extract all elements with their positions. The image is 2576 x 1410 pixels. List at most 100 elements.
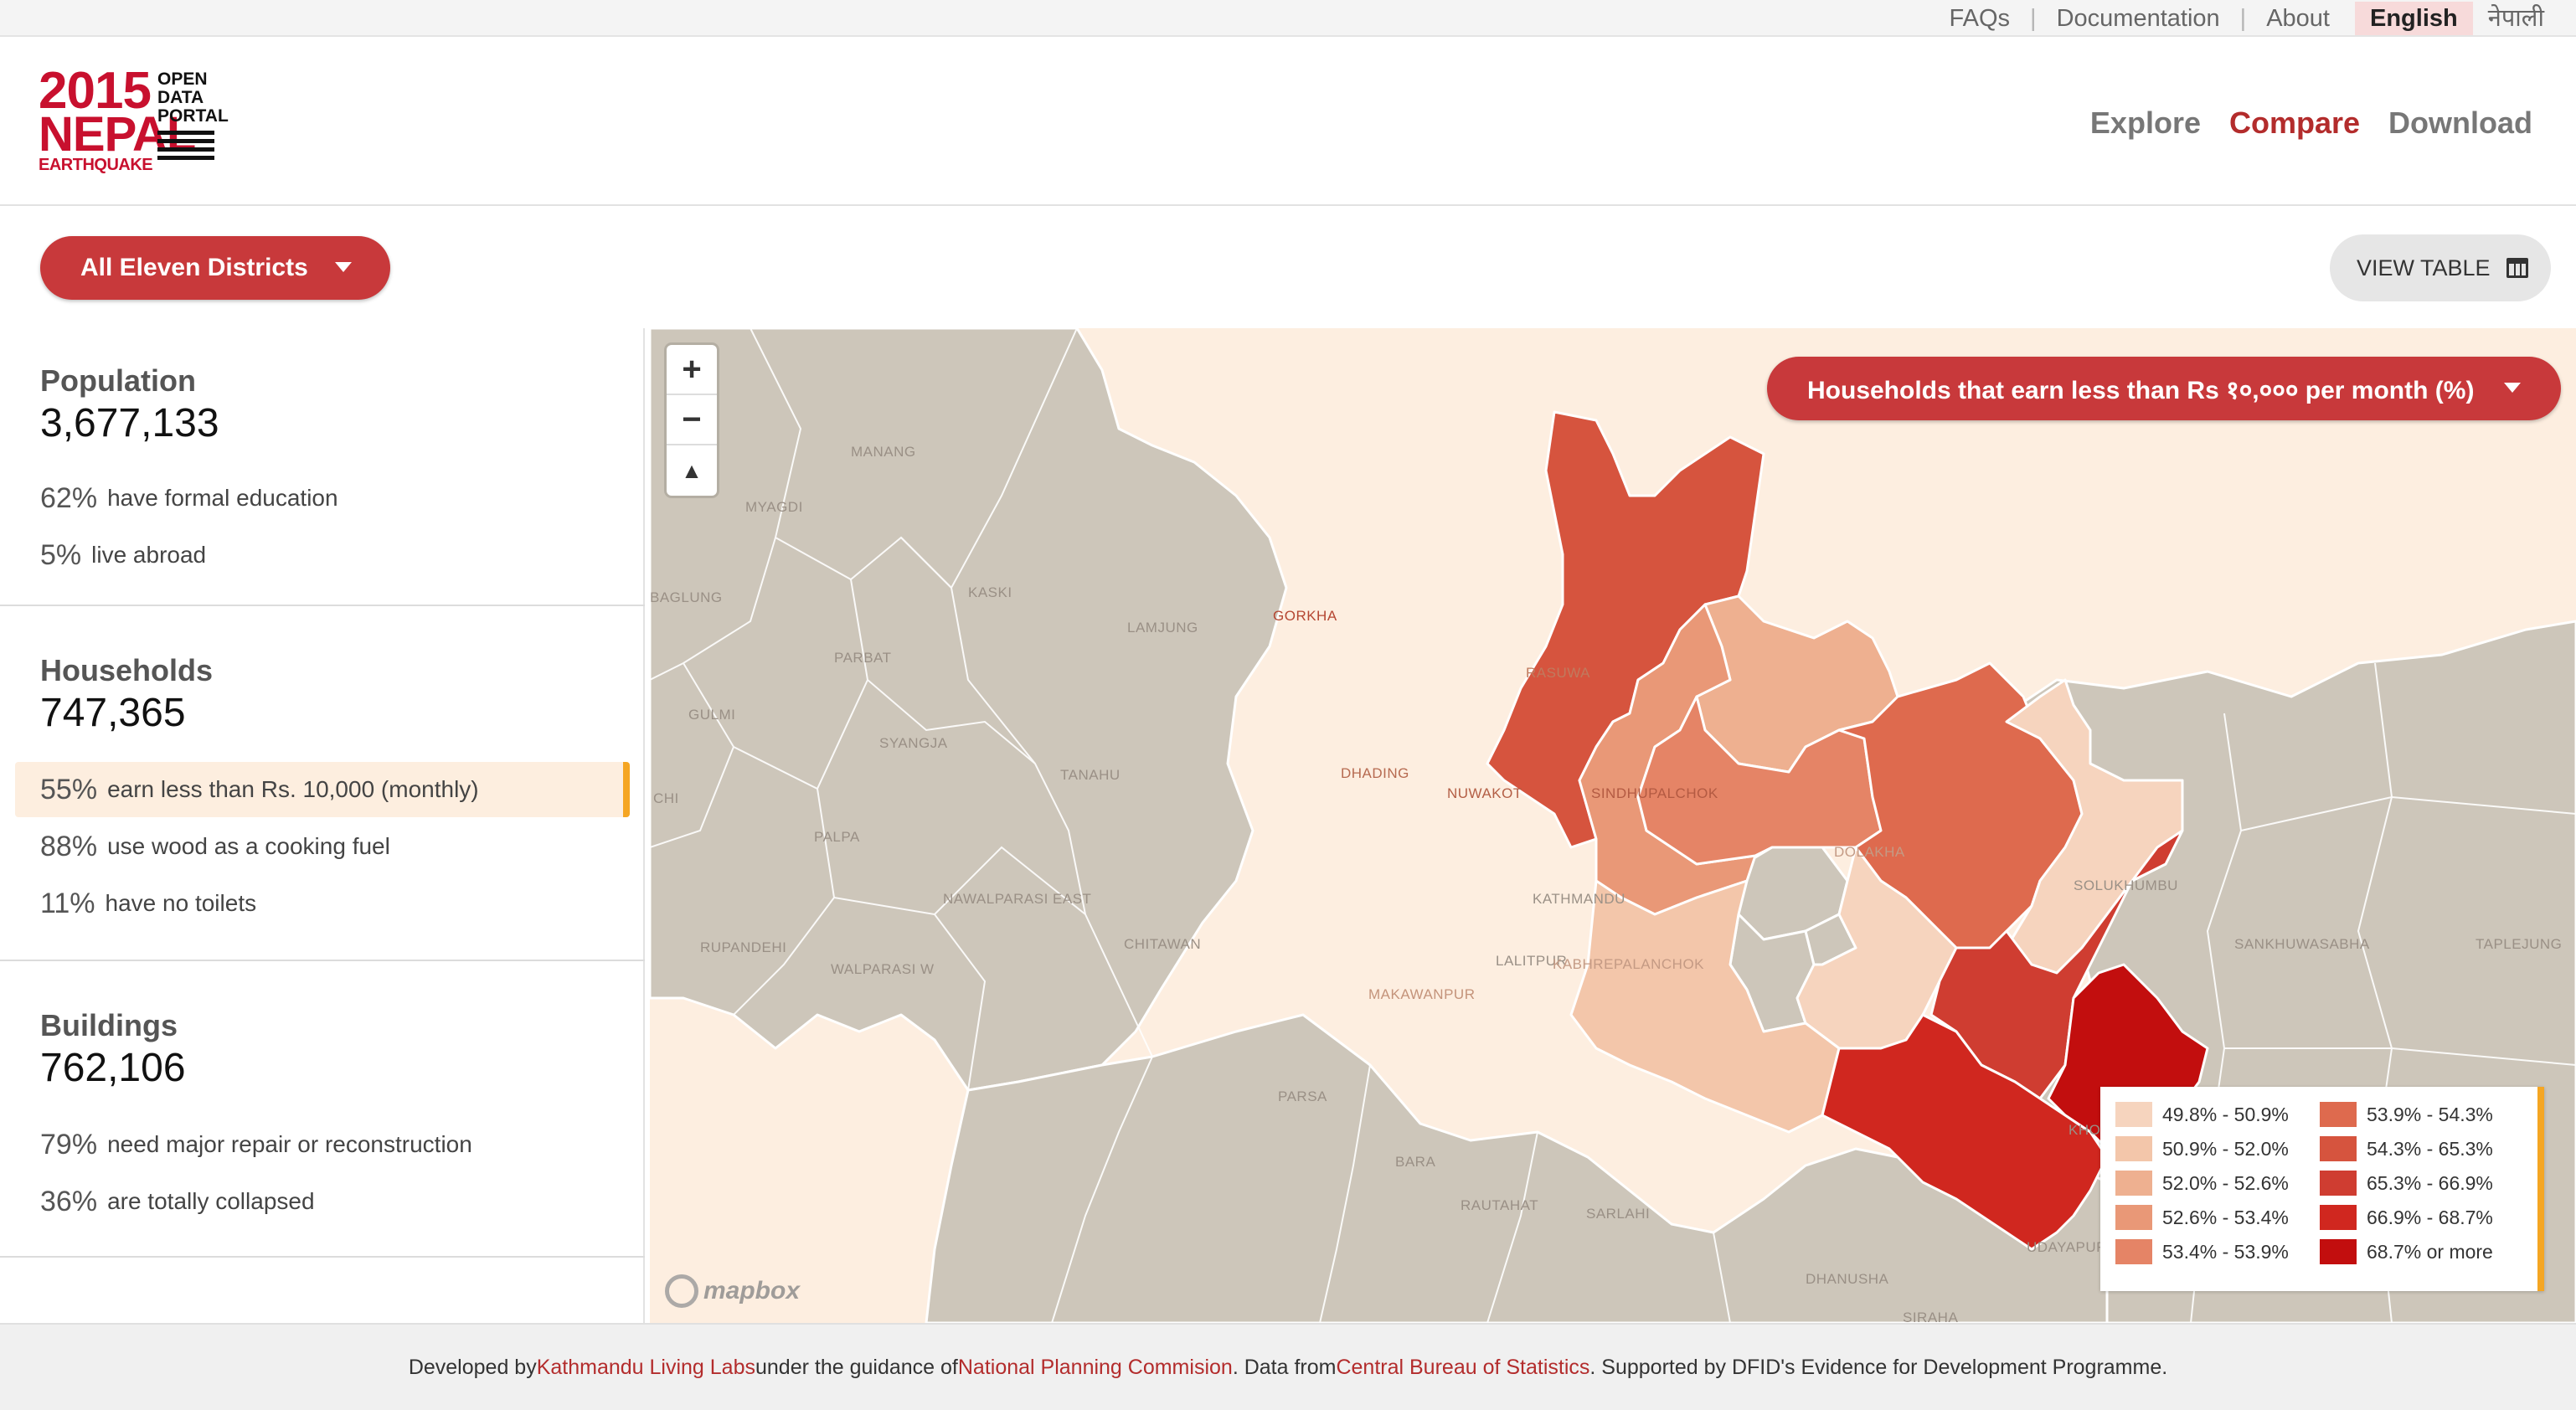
legend-label: 53.4% - 53.9% — [2162, 1240, 2289, 1263]
table-icon — [2506, 258, 2528, 278]
label-dhanusha: DHANUSHA — [1806, 1271, 1889, 1287]
language-nepali[interactable]: नेपाली — [2473, 2, 2559, 35]
legend-label: 49.8% - 50.9% — [2162, 1103, 2289, 1125]
main-nav: Explore Compare Download — [2090, 105, 2532, 141]
stat-wood-fuel[interactable]: 88% use wood as a cooking fuel — [15, 819, 630, 874]
footer-text: under the guidance of — [755, 1355, 958, 1379]
label-bhojpur: KHO — [2069, 1122, 2101, 1138]
logo-bars — [157, 131, 214, 164]
footer-text: . Supported by DFID's Evidence for Devel… — [1589, 1355, 2168, 1379]
site-logo[interactable]: 2015 NEPAL EARTHQUAKE OPEN DATA PORTAL — [39, 65, 229, 174]
compass-icon[interactable]: ▲ — [667, 445, 717, 496]
label-manang: MANANG — [851, 444, 916, 460]
stats-panel: Population 3,677,133 62% have formal educ… — [0, 328, 645, 1323]
nav-download[interactable]: Download — [2388, 105, 2532, 141]
section-title: Buildings — [40, 1008, 178, 1042]
label-bara: BARA — [1395, 1154, 1436, 1170]
mapbox-icon — [665, 1274, 698, 1308]
stat-live-abroad[interactable]: 5% live abroad — [15, 527, 630, 583]
legend-label: 53.9% - 54.3% — [2367, 1103, 2493, 1125]
legend-label: 54.3% - 65.3% — [2367, 1137, 2493, 1160]
legend-item: 65.3% - 66.9% — [2320, 1171, 2493, 1196]
buildings-value: 762,106 — [40, 1046, 186, 1090]
mapbox-logo[interactable]: mapbox — [665, 1274, 800, 1308]
label-sarlahi: SARLAHI — [1586, 1206, 1651, 1222]
footer-text: Developed by — [408, 1355, 537, 1379]
label-chitawan: CHITAWAN — [1124, 936, 1202, 952]
nav-explore[interactable]: Explore — [2090, 105, 2201, 141]
legend-swatch — [2320, 1102, 2357, 1127]
utility-bar: FAQs | Documentation | About English नेप… — [0, 0, 2576, 37]
label-taplejung: TAPLEJUNG — [2476, 936, 2563, 952]
legend-item: 68.7% or more — [2320, 1239, 2493, 1264]
stat-earn-less[interactable]: 55% earn less than Rs. 10,000 (monthly) — [15, 762, 630, 817]
legend-label: 52.0% - 52.6% — [2162, 1171, 2289, 1194]
label-kabhrepalanchok: KABHREPALANCHOK — [1553, 956, 1705, 972]
label-dhading: DHADING — [1341, 765, 1409, 781]
caret-down-icon — [2504, 383, 2521, 393]
view-table-label: VIEW TABLE — [2357, 255, 2491, 280]
cbs-link[interactable]: Central Bureau of Statistics — [1336, 1356, 1589, 1380]
label-lamjung: LAMJUNG — [1127, 620, 1198, 636]
legend-item: 54.3% - 65.3% — [2320, 1136, 2493, 1161]
legend-label: 68.7% or more — [2367, 1240, 2493, 1263]
caret-down-icon — [335, 262, 352, 272]
logo-portal-text: OPEN DATA PORTAL — [157, 69, 229, 126]
zoom-in-button[interactable]: + — [667, 345, 717, 395]
district-select-button[interactable]: All Eleven Districts — [40, 236, 390, 300]
header: 2015 NEPAL EARTHQUAKE OPEN DATA PORTAL E… — [0, 37, 2576, 206]
section-title: Population — [40, 363, 196, 398]
documentation-link[interactable]: Documentation — [2057, 5, 2220, 33]
footer-text: . Data from — [1232, 1355, 1337, 1379]
label-dolakha: DOLAKHA — [1834, 844, 1905, 860]
label-syangja: SYANGJA — [879, 735, 948, 751]
population-value: 3,677,133 — [40, 401, 219, 445]
legend-swatch — [2115, 1205, 2152, 1230]
zoom-control: + − ▲ — [667, 345, 717, 496]
label-solukhumbu: SOLUKHUMBU — [2074, 877, 2178, 893]
label-sankhuwasabha: SANKHUWASABHA — [2234, 936, 2370, 952]
legend-label: 50.9% - 52.0% — [2162, 1137, 2289, 1160]
label-udayapur: UDAYAPUR — [2027, 1239, 2107, 1255]
stat-major-repair[interactable]: 79% need major repair or reconstruction — [15, 1117, 630, 1172]
map-legend: 49.8% - 50.9% 50.9% - 52.0% 52.0% - 52.6% 5… — [2100, 1087, 2544, 1291]
legend-label: 66.9% - 68.7% — [2367, 1206, 2493, 1228]
separator: | — [2030, 4, 2037, 32]
households-section: Households 747,365 55% earn less than Rs.… — [0, 606, 645, 961]
stat-no-toilets[interactable]: 11% have no toilets — [15, 876, 630, 931]
label-argha: CHI — [653, 790, 679, 806]
nav-compare[interactable]: Compare — [2229, 105, 2360, 141]
label-nawalparasi-west: WALPARASI W — [831, 961, 935, 977]
label-gorkha: GORKHA — [1273, 608, 1337, 624]
zoom-out-button[interactable]: − — [667, 395, 717, 445]
kll-link[interactable]: Kathmandu Living Labs — [537, 1356, 755, 1380]
label-parbat: PARBAT — [834, 650, 892, 666]
stat-formal-education[interactable]: 62% have formal education — [15, 471, 630, 526]
legend-swatch — [2115, 1102, 2152, 1127]
legend-swatch — [2320, 1205, 2357, 1230]
view-table-button[interactable]: VIEW TABLE — [2330, 234, 2551, 301]
language-english[interactable]: English — [2355, 2, 2473, 35]
faqs-link[interactable]: FAQs — [1950, 5, 2011, 33]
stat-collapsed[interactable]: 36% are totally collapsed — [15, 1174, 630, 1229]
label-parsa: PARSA — [1278, 1088, 1327, 1104]
households-value: 747,365 — [40, 691, 186, 735]
label-tanahu: TANAHU — [1060, 767, 1121, 783]
label-palpa: PALPA — [814, 829, 860, 845]
section-title: Households — [40, 653, 214, 687]
legend-item: 49.8% - 50.9% — [2115, 1102, 2289, 1127]
choropleth-map[interactable]: MANANG MYAGDI BAGLUNG KASKI LAMJUNG PARB… — [650, 328, 2576, 1323]
label-siraha: SIRAHA — [1903, 1310, 1959, 1323]
label-rasuwa: RASUWA — [1526, 665, 1590, 681]
legend-item: 52.0% - 52.6% — [2115, 1171, 2289, 1196]
legend-item: 52.6% - 53.4% — [2115, 1205, 2289, 1230]
about-link[interactable]: About — [2266, 5, 2330, 33]
legend-swatch — [2320, 1136, 2357, 1161]
indicator-select-button[interactable]: Households that earn less than Rs १०,०००… — [1767, 357, 2561, 420]
npc-link[interactable]: National Planning Commision — [958, 1356, 1233, 1380]
legend-swatch — [2320, 1171, 2357, 1196]
label-kaski: KASKI — [968, 584, 1012, 600]
indicator-label: Households that earn less than Rs १०,०००… — [1807, 376, 2475, 404]
legend-swatch — [2115, 1171, 2152, 1196]
legend-item: 66.9% - 68.7% — [2320, 1205, 2493, 1230]
